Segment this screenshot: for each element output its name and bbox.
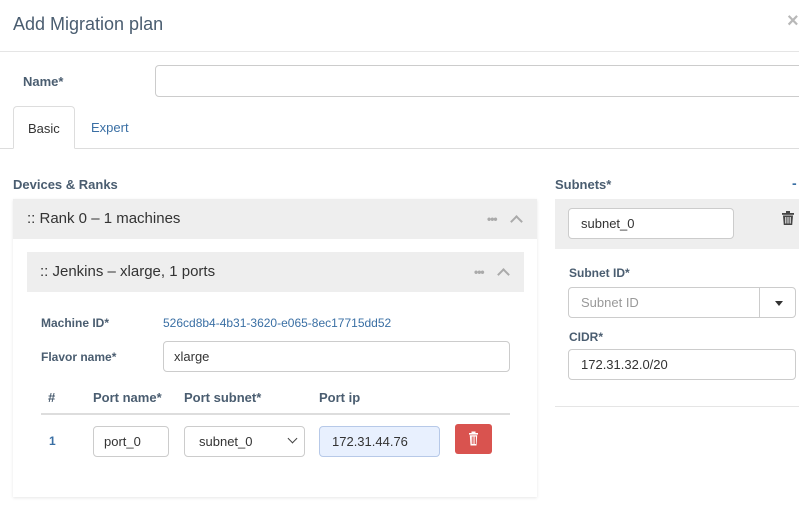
- caret-down-icon: [775, 301, 783, 306]
- column-header-port-name: Port name*: [93, 390, 162, 405]
- port-ip-input[interactable]: [319, 426, 440, 457]
- column-header-port-subnet: Port subnet*: [184, 390, 262, 405]
- name-label: Name*: [23, 74, 64, 89]
- ellipsis-icon[interactable]: •••: [487, 212, 498, 226]
- dialog-title: Add Migration plan: [13, 14, 164, 34]
- port-name-input[interactable]: [93, 426, 169, 457]
- chevron-up-icon[interactable]: [497, 268, 510, 281]
- subnets-label: Subnets*: [555, 177, 612, 192]
- table-row-number: 1: [49, 434, 56, 448]
- cidr-input[interactable]: [568, 349, 796, 380]
- delete-port-button[interactable]: [455, 424, 492, 454]
- machine-id-label: Machine ID*: [41, 316, 110, 330]
- subnet-id-dropdown-button[interactable]: [759, 287, 796, 318]
- machine-title: :: Jenkins – xlarge, 1 ports: [40, 263, 216, 280]
- tab-basic[interactable]: Basic: [13, 106, 75, 149]
- subnet-header: [555, 199, 799, 249]
- machine-header[interactable]: :: Jenkins – xlarge, 1 ports •••: [27, 252, 524, 292]
- cidr-label: CIDR*: [569, 330, 604, 344]
- port-subnet-value: subnet_0: [199, 434, 253, 449]
- tab-expert[interactable]: Expert: [77, 106, 143, 149]
- chevron-up-icon[interactable]: [510, 215, 523, 228]
- column-header-num: #: [48, 390, 56, 405]
- devices-ranks-label: Devices & Ranks: [13, 177, 118, 192]
- ellipsis-icon[interactable]: •••: [474, 265, 485, 279]
- subnet-panel: Subnet ID* CIDR*: [555, 199, 799, 407]
- rank-header[interactable]: :: Rank 0 – 1 machines •••: [13, 199, 537, 239]
- chevron-down-icon: [287, 433, 298, 444]
- rank-panel: :: Rank 0 – 1 machines ••• :: Jenkins – …: [13, 199, 537, 497]
- trash-icon: [469, 431, 478, 446]
- close-icon[interactable]: ×: [787, 10, 799, 33]
- add-subnet-icon[interactable]: -: [792, 175, 797, 191]
- subnet-id-input[interactable]: [568, 287, 760, 318]
- flavor-name-input[interactable]: [163, 341, 510, 372]
- subnet-name-input[interactable]: [568, 208, 734, 239]
- port-subnet-select[interactable]: subnet_0: [184, 426, 305, 457]
- name-input[interactable]: [155, 65, 799, 97]
- dialog-header: Add Migration plan ×: [0, 0, 799, 52]
- table-header-divider: [41, 413, 510, 415]
- column-header-port-ip: Port ip: [319, 390, 361, 405]
- rank-title: :: Rank 0 – 1 machines: [27, 210, 181, 227]
- subnet-id-label: Subnet ID*: [569, 266, 630, 280]
- machine-id-value: 526cd8b4-4b31-3620-e065-8ec17715dd52: [163, 316, 392, 330]
- trash-icon[interactable]: [782, 211, 794, 225]
- flavor-name-label: Flavor name*: [41, 350, 117, 364]
